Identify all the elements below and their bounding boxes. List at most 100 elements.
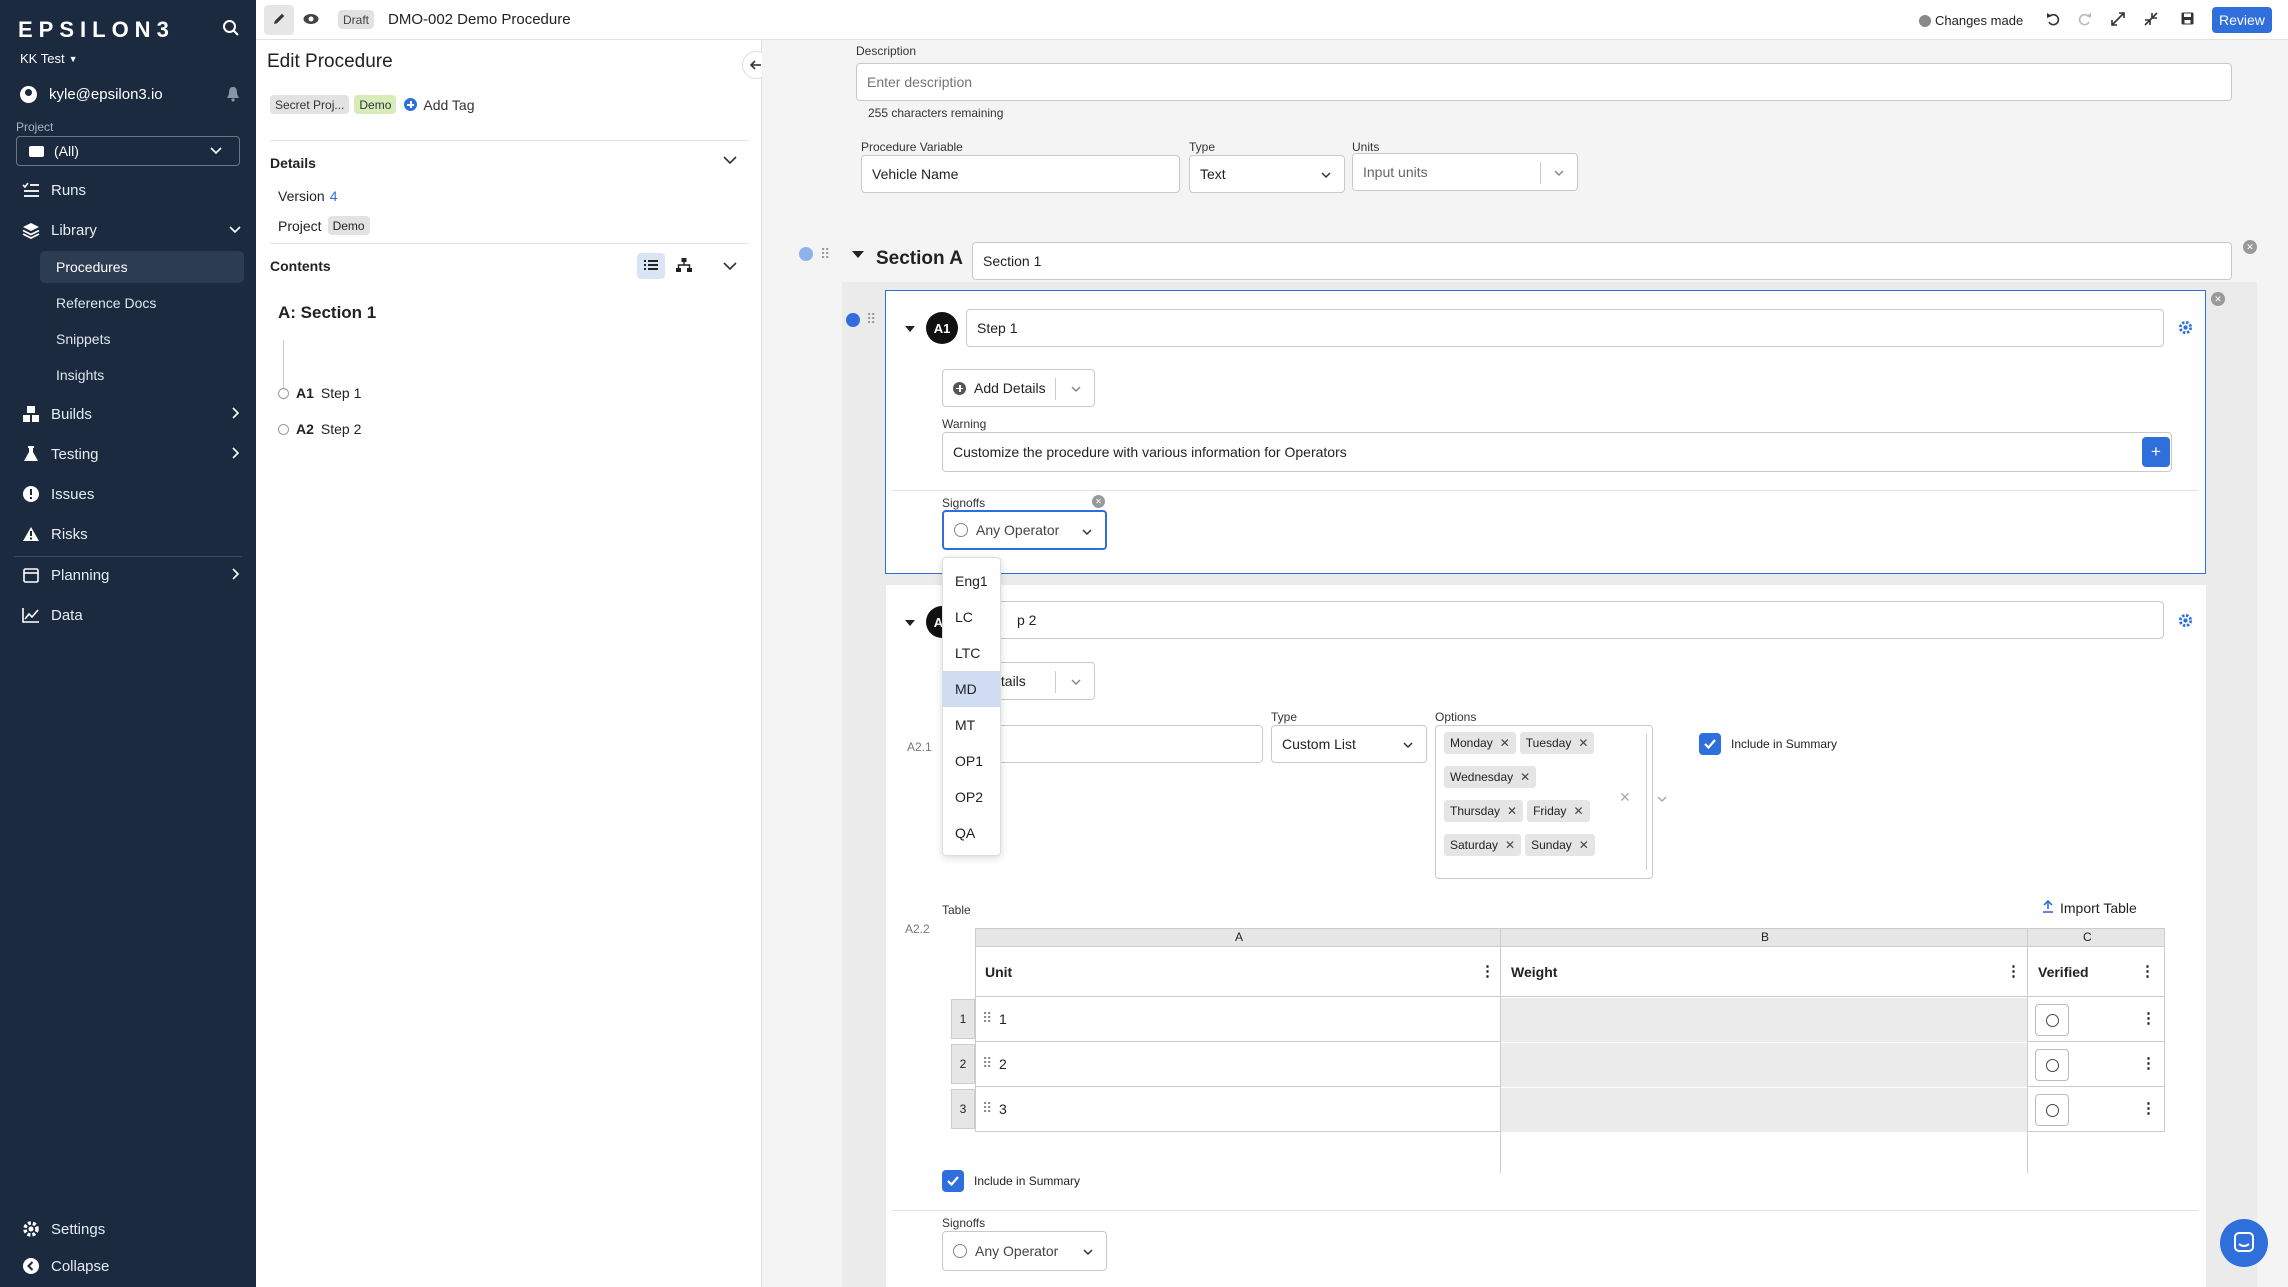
- dropdown-option[interactable]: QA: [943, 815, 1000, 851]
- section-collapse-toggle[interactable]: [852, 251, 864, 258]
- contents-toggle[interactable]: [722, 258, 738, 277]
- verified-signoff-button[interactable]: [2035, 1004, 2069, 1036]
- collapse-all-button[interactable]: [2136, 5, 2166, 35]
- nav-builds[interactable]: Builds: [0, 396, 256, 432]
- step-add-button[interactable]: [846, 313, 860, 327]
- nav-data[interactable]: Data: [0, 597, 256, 633]
- column-header-unit[interactable]: Unit: [985, 964, 1012, 980]
- add-tag-button[interactable]: Add Tag: [404, 97, 475, 113]
- nav-issues[interactable]: Issues: [0, 476, 256, 512]
- section-add-button[interactable]: [799, 247, 813, 261]
- step-remove-button[interactable]: ✕: [2211, 292, 2225, 306]
- nav-snippets[interactable]: Snippets: [40, 323, 244, 355]
- step-collapse-toggle[interactable]: [905, 620, 915, 626]
- step-name-input[interactable]: p 2: [966, 601, 2164, 639]
- include-summary-toggle[interactable]: Include in Summary: [1699, 733, 1837, 755]
- weight-cell[interactable]: [1501, 1088, 2027, 1132]
- dropdown-option[interactable]: Eng1: [943, 563, 1000, 599]
- section-drag-handle[interactable]: ⠿: [820, 246, 830, 263]
- chat-launcher-button[interactable]: [2220, 1219, 2268, 1267]
- redo-button[interactable]: [2069, 5, 2099, 35]
- remove-x-icon[interactable]: ✕: [1579, 838, 1589, 852]
- verified-signoff-button[interactable]: [2035, 1094, 2069, 1126]
- dropdown-option[interactable]: LTC: [943, 635, 1000, 671]
- tag-secret-project[interactable]: Secret Proj...: [270, 95, 350, 114]
- clear-x-icon[interactable]: ✕: [1619, 789, 1631, 806]
- dropdown-option-highlighted[interactable]: MD: [943, 671, 1000, 707]
- edit-mode-button[interactable]: [264, 5, 294, 35]
- verified-signoff-button[interactable]: [2035, 1049, 2069, 1081]
- units-select[interactable]: Input units: [1352, 153, 1578, 191]
- remove-x-icon[interactable]: ✕: [1520, 770, 1530, 784]
- step-settings-button[interactable]: [2178, 613, 2193, 631]
- column-header-weight[interactable]: Weight: [1511, 964, 1557, 980]
- review-button[interactable]: Review: [2212, 7, 2272, 33]
- column-header-verified[interactable]: Verified: [2038, 964, 2089, 980]
- epsilon3-logo[interactable]: EPSILON3: [18, 17, 175, 43]
- nav-runs[interactable]: Runs: [0, 172, 256, 208]
- section-name-input[interactable]: Section 1: [972, 242, 2232, 280]
- save-button[interactable]: [2172, 5, 2202, 35]
- remove-x-icon[interactable]: ✕: [1578, 736, 1588, 750]
- procedure-variable-input[interactable]: Vehicle Name: [861, 155, 1180, 193]
- unit-cell[interactable]: 3: [999, 1101, 1007, 1117]
- dropdown-option[interactable]: LC: [943, 599, 1000, 635]
- nav-insights[interactable]: Insights: [40, 359, 244, 391]
- step-name-input[interactable]: Step 1: [966, 309, 2164, 347]
- nav-testing[interactable]: Testing: [0, 436, 256, 472]
- weight-cell[interactable]: [1501, 1043, 2027, 1087]
- remove-x-icon[interactable]: ✕: [1507, 804, 1517, 818]
- row-menu-icon[interactable]: ⋮: [2141, 1009, 2156, 1027]
- column-menu-icon[interactable]: ⋮: [2140, 962, 2155, 980]
- tree-view-button[interactable]: [670, 253, 698, 279]
- signoff-select[interactable]: Any Operator: [942, 510, 1107, 550]
- outline-step-a2[interactable]: A2 Step 2: [278, 421, 361, 437]
- preview-mode-button[interactable]: [296, 5, 326, 35]
- signoff-select[interactable]: Any Operator: [942, 1231, 1107, 1271]
- step-collapse-toggle[interactable]: [905, 326, 915, 332]
- unit-cell[interactable]: 1: [999, 1011, 1007, 1027]
- description-input[interactable]: [856, 63, 2232, 101]
- undo-button[interactable]: [2038, 5, 2068, 35]
- add-block-button[interactable]: +: [2142, 437, 2170, 467]
- details-toggle[interactable]: [722, 152, 738, 171]
- outline-section[interactable]: A: Section 1: [278, 303, 376, 323]
- column-menu-icon[interactable]: ⋮: [1480, 962, 1495, 980]
- workspace-switcher[interactable]: KK Test ▼: [20, 51, 77, 66]
- search-icon[interactable]: [222, 19, 242, 39]
- weight-cell[interactable]: [1501, 998, 2027, 1042]
- step-drag-handle[interactable]: ⠿: [866, 311, 876, 328]
- row-menu-icon[interactable]: ⋮: [2141, 1054, 2156, 1072]
- row-drag-handle[interactable]: ⠿: [982, 1010, 992, 1027]
- tag-demo[interactable]: Demo: [354, 95, 397, 114]
- nav-library[interactable]: Library: [0, 212, 256, 248]
- remove-x-icon[interactable]: ✕: [1573, 804, 1583, 818]
- include-summary-toggle[interactable]: Include in Summary: [942, 1170, 1080, 1192]
- dropdown-option[interactable]: MT: [943, 707, 1000, 743]
- bell-icon[interactable]: [226, 86, 240, 105]
- warning-textarea[interactable]: Customize the procedure with various inf…: [942, 432, 2172, 472]
- outline-step-a1[interactable]: A1 Step 1: [278, 385, 361, 401]
- remove-x-icon[interactable]: ✕: [1505, 838, 1515, 852]
- nav-reference-docs[interactable]: Reference Docs: [40, 287, 244, 319]
- row-drag-handle[interactable]: ⠿: [982, 1055, 992, 1072]
- nav-procedures[interactable]: Procedures: [40, 251, 244, 283]
- remove-x-icon[interactable]: ✕: [1500, 736, 1510, 750]
- nav-settings[interactable]: Settings: [0, 1211, 256, 1247]
- step-settings-button[interactable]: [2178, 320, 2193, 338]
- dropdown-option[interactable]: OP1: [943, 743, 1000, 779]
- nav-planning[interactable]: Planning: [0, 557, 256, 593]
- signoffs-remove-button[interactable]: ✕: [1092, 495, 1105, 508]
- column-menu-icon[interactable]: ⋮: [2006, 962, 2021, 980]
- nav-risks[interactable]: Risks: [0, 516, 256, 552]
- variable-type-select[interactable]: Text: [1189, 155, 1345, 193]
- user-menu[interactable]: kyle@epsilon3.io: [20, 83, 242, 105]
- row-drag-handle[interactable]: ⠿: [982, 1100, 992, 1117]
- add-details-button[interactable]: Add Details: [942, 369, 1095, 407]
- dropdown-option[interactable]: OP2: [943, 779, 1000, 815]
- expand-all-button[interactable]: [2103, 5, 2133, 35]
- import-table-button[interactable]: Import Table: [2042, 899, 2137, 916]
- version-value[interactable]: 4: [330, 188, 338, 204]
- section-remove-button[interactable]: ✕: [2243, 240, 2257, 254]
- row-menu-icon[interactable]: ⋮: [2141, 1099, 2156, 1117]
